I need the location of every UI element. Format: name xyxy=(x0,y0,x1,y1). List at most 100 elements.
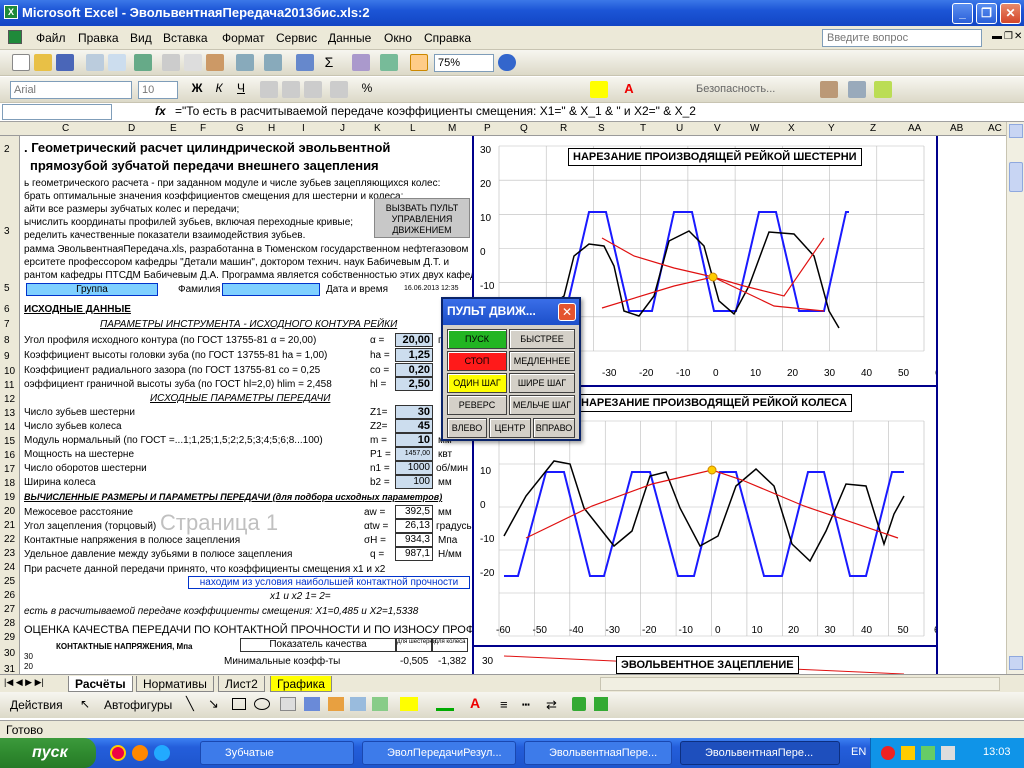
row-20[interactable]: 20 xyxy=(4,506,15,517)
col-y[interactable]: Y xyxy=(828,123,835,134)
minimize-button[interactable]: _ xyxy=(952,3,973,24)
open-icon[interactable] xyxy=(34,54,52,71)
col-r[interactable]: R xyxy=(560,123,567,134)
menu-view[interactable]: Вид xyxy=(130,31,152,45)
col-ab[interactable]: AB xyxy=(950,123,963,134)
chrome-icon[interactable] xyxy=(110,745,126,761)
row-6[interactable]: 6 xyxy=(4,304,10,315)
volume-icon[interactable] xyxy=(941,746,955,760)
firefox-icon[interactable] xyxy=(132,745,148,761)
slower-button[interactable]: МЕДЛЕННЕЕ xyxy=(509,351,575,371)
menu-help[interactable]: Справка xyxy=(424,31,471,45)
merge-icon[interactable] xyxy=(330,81,348,98)
col-p[interactable]: P xyxy=(484,123,491,134)
finer-step-button[interactable]: МЕЛЬЧЕ ШАГ xyxy=(509,395,575,415)
param-val-alpha[interactable]: 20,00 xyxy=(395,333,433,347)
col-m[interactable]: M xyxy=(448,123,456,134)
row-22[interactable]: 22 xyxy=(4,534,15,545)
row-13[interactable]: 13 xyxy=(4,408,15,419)
actions-menu[interactable]: Действия xyxy=(10,698,63,712)
scroll-up-icon[interactable] xyxy=(1009,124,1023,138)
col-s[interactable]: S xyxy=(598,123,605,134)
picture-icon[interactable] xyxy=(372,697,388,711)
row-7[interactable]: 7 xyxy=(4,319,10,330)
doc-icon[interactable] xyxy=(8,30,22,44)
undo-icon[interactable] xyxy=(236,54,254,71)
edit-icon[interactable] xyxy=(874,81,892,98)
col-e[interactable]: E xyxy=(170,123,177,134)
col-k[interactable]: K xyxy=(374,123,381,134)
line-icon[interactable]: ╲ xyxy=(186,696,194,712)
start-button[interactable]: пуск xyxy=(0,738,96,768)
security-button[interactable]: Безопасность... xyxy=(696,83,775,95)
row-8[interactable]: 8 xyxy=(4,335,10,346)
row-2[interactable]: 2 xyxy=(4,144,10,155)
col-j[interactable]: J xyxy=(340,123,345,134)
task-folder[interactable]: Зубчатые xyxy=(200,741,354,765)
dash-style-icon[interactable]: ┅ xyxy=(522,697,530,713)
wider-step-button[interactable]: ШИРЕ ШАГ xyxy=(509,373,575,393)
select-pointer-icon[interactable]: ↖ xyxy=(80,697,90,711)
doc-restore-icon[interactable]: ❐ xyxy=(1004,31,1013,42)
wordart-icon[interactable] xyxy=(304,697,320,711)
stop-button[interactable]: СТОП xyxy=(447,351,507,371)
col-t[interactable]: T xyxy=(640,123,646,134)
align-center-icon[interactable] xyxy=(282,81,300,98)
scroll-down-icon[interactable] xyxy=(1009,656,1023,670)
copy-icon[interactable] xyxy=(184,54,202,71)
row-30[interactable]: 30 xyxy=(4,648,15,659)
tab-graphics[interactable]: Графика xyxy=(270,676,332,692)
center-button[interactable]: ЦЕНТР xyxy=(489,418,531,438)
tab-norms[interactable]: Нормативы xyxy=(136,676,214,692)
line-style-icon[interactable]: ≡ xyxy=(500,697,508,712)
formula-input[interactable]: ="То есть в расчитываемой передаче коэфф… xyxy=(175,104,696,118)
row-15[interactable]: 15 xyxy=(4,436,15,447)
text-color-icon[interactable]: A xyxy=(470,695,480,711)
underline-icon[interactable]: Ч xyxy=(232,81,250,98)
rectangle-icon[interactable] xyxy=(232,698,246,710)
row-16[interactable]: 16 xyxy=(4,450,15,461)
antivirus-icon[interactable] xyxy=(881,746,895,760)
tab-nav-icons[interactable]: |◀ ◀ ▶ ▶| xyxy=(4,677,44,688)
tab-sheet2[interactable]: Лист2 xyxy=(218,676,265,692)
hyperlink-icon[interactable] xyxy=(296,54,314,71)
textbox-icon[interactable] xyxy=(280,697,296,711)
row-14[interactable]: 14 xyxy=(4,422,15,433)
param-val-co[interactable]: 0,20 xyxy=(395,363,433,377)
menu-tools[interactable]: Сервис xyxy=(276,31,317,45)
name-box[interactable] xyxy=(2,104,112,120)
task-word[interactable]: ЭволПередачиРезул... xyxy=(362,741,516,765)
single-step-button[interactable]: ОДИН ШАГ xyxy=(447,373,507,393)
gear-val-z2[interactable]: 45 xyxy=(395,419,433,433)
menu-file[interactable]: Файл xyxy=(36,31,66,45)
row-12[interactable]: 12 xyxy=(4,394,15,405)
row-9[interactable]: 9 xyxy=(4,351,10,362)
menu-edit[interactable]: Правка xyxy=(78,31,119,45)
save-icon[interactable] xyxy=(56,54,74,71)
language-indicator[interactable]: EN xyxy=(851,746,866,758)
close-button[interactable]: ✕ xyxy=(1000,3,1021,24)
gear-val-m[interactable]: 10 xyxy=(395,433,433,447)
col-x[interactable]: X xyxy=(788,123,795,134)
row-26[interactable]: 26 xyxy=(4,590,15,601)
fill-color-icon[interactable] xyxy=(590,81,608,98)
col-g[interactable]: G xyxy=(236,123,244,134)
menu-window[interactable]: Окно xyxy=(384,31,412,45)
row-23[interactable]: 23 xyxy=(4,548,15,559)
row-28[interactable]: 28 xyxy=(4,618,15,629)
row-27[interactable]: 27 xyxy=(4,604,15,615)
tools-icon[interactable] xyxy=(820,81,838,98)
sheet-area[interactable]: . Геометрический расчет цилиндрической э… xyxy=(20,136,472,674)
help-icon[interactable] xyxy=(498,54,516,71)
right-button[interactable]: ВПРАВО xyxy=(533,418,575,438)
menu-format[interactable]: Формат xyxy=(222,31,265,45)
scroll-thumb[interactable] xyxy=(1009,162,1023,192)
call-panel-button[interactable]: ВЫЗВАТЬ ПУЛЬТ УПРАВЛЕНИЯ ДВИЖЕНИЕМ xyxy=(374,198,470,238)
align-right-icon[interactable] xyxy=(304,81,322,98)
vertical-scrollbar[interactable] xyxy=(1006,122,1024,674)
preview-icon[interactable] xyxy=(108,54,126,71)
row-10[interactable]: 10 xyxy=(4,366,15,377)
gear-val-b2[interactable]: 100 xyxy=(395,475,433,489)
row-5[interactable]: 5 xyxy=(4,283,10,294)
group-field[interactable]: Группа xyxy=(26,283,158,296)
